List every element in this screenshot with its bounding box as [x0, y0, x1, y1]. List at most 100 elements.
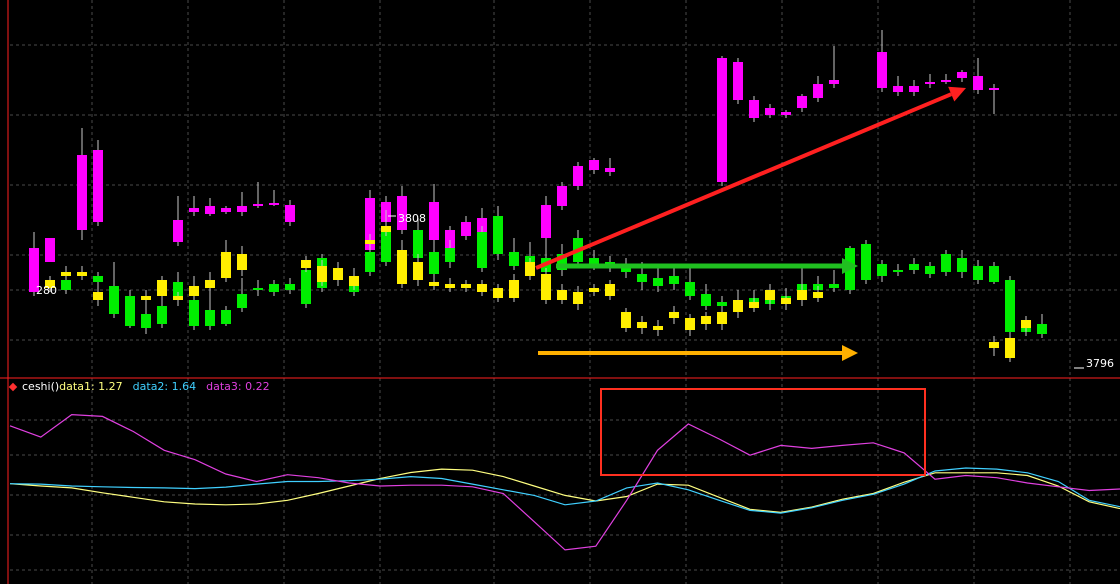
candle-body-lower_bull-33 — [637, 274, 647, 282]
candle-body-lower_bear-1 — [61, 272, 71, 276]
candle-body-lower_bear-28 — [573, 292, 583, 304]
candle-body-lower_bear-15 — [365, 240, 375, 244]
candle-body-lower_bear-19 — [429, 282, 439, 286]
candle-body-lower_bear-11 — [301, 260, 311, 268]
candle-body-upper-35 — [925, 82, 935, 84]
candle-body-lower_bull-56 — [1005, 280, 1015, 332]
candle-body-lower_bear-42 — [797, 290, 807, 300]
candle-body-upper-37 — [957, 72, 967, 78]
candle-body-lower_bear-23 — [493, 288, 503, 298]
candle-body-lower_bear-4 — [141, 296, 151, 300]
candle-body-lower_bear-5 — [157, 280, 167, 296]
candle-body-lower_bear-30 — [605, 284, 615, 296]
candle-body-upper-25 — [733, 62, 743, 100]
candle-body-lower_bear-35 — [685, 318, 695, 330]
candle-body-lower_bear-31 — [621, 312, 631, 328]
candle-body-lower_bear-40 — [765, 290, 775, 300]
candle-body-lower_bear-14 — [349, 276, 359, 286]
candle-body-lower_bear-13 — [333, 268, 343, 280]
candle-body-upper-26 — [749, 100, 759, 118]
stock-chart[interactable]: 3808 3796 280 — [0, 0, 1120, 584]
candle-body-upper-17 — [461, 222, 471, 236]
candle-body-lower_bear-37 — [717, 312, 727, 324]
candle-body-lower_bull-9 — [221, 310, 231, 324]
candle-body-lower_bear-46 — [1021, 320, 1031, 328]
candle-body-upper-34 — [909, 86, 919, 92]
candle-body-lower_bull-23 — [477, 232, 487, 268]
candle-body-upper-22 — [589, 160, 599, 170]
indicator-name: ceshi() — [22, 380, 60, 393]
candle-body-lower_bull-34 — [653, 278, 663, 286]
candle-body-lower_bull-22 — [445, 248, 455, 262]
candle-body-lower_bear-8 — [205, 280, 215, 288]
candle-body-lower_bull-3 — [125, 296, 135, 326]
candle-body-upper-15 — [429, 202, 439, 240]
indicator-legend: ceshi()data1: 1.27 data2: 1.64 data3: 0.22 — [8, 380, 270, 394]
candle-body-lower_bear-18 — [413, 262, 423, 280]
candle-body-upper-8 — [237, 206, 247, 212]
candle-body-lower_bear-3 — [93, 292, 103, 300]
candle-body-lower_bull-48 — [877, 264, 887, 276]
candle-body-lower_bull-24 — [493, 216, 503, 254]
candle-body-lower_bull-35 — [669, 276, 679, 284]
candle-body-lower_bull-4 — [141, 314, 151, 328]
candle-body-lower_bear-12 — [317, 266, 327, 282]
candle-body-lower_bear-43 — [813, 292, 823, 298]
candle-body-lower_bear-41 — [781, 298, 791, 304]
candle-body-upper-9 — [253, 204, 263, 206]
candle-body-upper-24 — [717, 58, 727, 182]
candle-body-lower_bear-2 — [77, 272, 87, 276]
candle-body-upper-20 — [557, 186, 567, 206]
indicator-data1-label: data1: 1.27 — [59, 380, 123, 393]
candle-body-lower_bull-45 — [829, 284, 839, 288]
candle-body-lower_bear-6 — [173, 296, 183, 300]
candle-body-lower_bear-24 — [509, 280, 519, 298]
candle-body-upper-21 — [573, 166, 583, 186]
candle-body-lower_bull-12 — [269, 284, 279, 292]
candle-body-upper-27 — [765, 108, 775, 115]
indicator-marker-icon — [8, 382, 18, 391]
price-label-low: 3796 — [1086, 357, 1114, 370]
candle-body-lower_bear-21 — [461, 284, 471, 288]
candle-body-upper-4 — [173, 220, 183, 242]
candle-body-lower_bear-44 — [989, 342, 999, 348]
candle-body-lower_bull-49 — [893, 270, 903, 272]
candle-body-lower_bear-17 — [397, 250, 407, 284]
candle-body-lower_bull-18 — [365, 252, 375, 272]
candle-body-lower_bull-36 — [685, 282, 695, 296]
candle-body-upper-38 — [973, 76, 983, 90]
candle-body-lower_bull-8 — [205, 310, 215, 326]
candle-body-lower_bull-53 — [957, 258, 967, 272]
candle-body-lower_bull-50 — [909, 264, 919, 270]
candle-body-lower_bull-10 — [237, 294, 247, 308]
candle-body-lower_bear-34 — [669, 312, 679, 318]
candle-body-lower_bear-32 — [637, 322, 647, 328]
candle-body-lower_bull-20 — [413, 230, 423, 258]
candle-body-lower_bear-26 — [541, 274, 551, 300]
candle-body-upper-28 — [781, 112, 791, 115]
candle-body-lower_bear-33 — [653, 326, 663, 330]
candle-body-lower_bull-55 — [989, 266, 999, 282]
price-label-high: 3808 — [398, 212, 426, 225]
candle-body-lower_bull-14 — [301, 270, 311, 304]
candle-body-lower_bear-16 — [381, 226, 391, 232]
indicator-data2-label: data2: 1.64 — [132, 380, 197, 393]
candle-body-upper-36 — [941, 80, 951, 82]
candle-body-lower_bear-29 — [589, 288, 599, 292]
indicator-data3-label: data3: 0.22 — [206, 380, 270, 393]
candle-body-upper-1 — [45, 238, 55, 262]
candle-body-upper-39 — [989, 88, 999, 90]
candle-body-upper-19 — [541, 205, 551, 238]
candle-body-lower_bear-39 — [749, 302, 759, 308]
candle-body-lower_bull-2 — [109, 286, 119, 314]
candle-body-lower_bear-45 — [1005, 338, 1015, 358]
candle-body-upper-23 — [605, 168, 615, 172]
candle-body-lower_bull-7 — [189, 300, 199, 326]
candle-body-upper-29 — [797, 96, 807, 108]
candle-body-lower_bull-38 — [717, 302, 727, 306]
candle-body-lower_bull-1 — [93, 276, 103, 282]
candle-body-lower_bull-51 — [925, 266, 935, 274]
candle-body-lower_bear-38 — [733, 300, 743, 312]
candle-body-lower_bull-54 — [973, 266, 983, 280]
candle-body-lower_bear-22 — [477, 284, 487, 292]
